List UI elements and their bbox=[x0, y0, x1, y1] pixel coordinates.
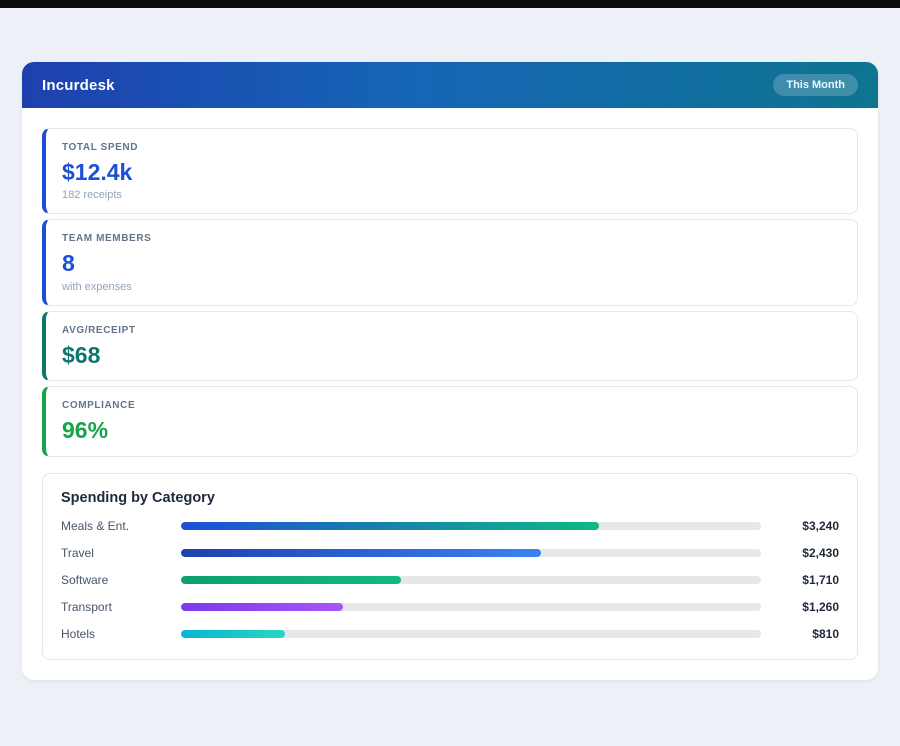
category-value: $1,260 bbox=[771, 600, 839, 614]
category-label: Hotels bbox=[61, 627, 171, 641]
category-value: $810 bbox=[771, 627, 839, 641]
bar-track bbox=[181, 576, 761, 584]
bar-fill bbox=[181, 522, 599, 530]
bar-track bbox=[181, 603, 761, 611]
category-row-transport: Transport $1,260 bbox=[61, 600, 839, 614]
app-title: Incurdesk bbox=[42, 77, 115, 94]
category-label: Travel bbox=[61, 546, 171, 560]
category-value: $2,430 bbox=[771, 546, 839, 560]
this-month-badge[interactable]: This Month bbox=[773, 74, 858, 96]
bar-fill bbox=[181, 576, 401, 584]
category-value: $3,240 bbox=[771, 519, 839, 533]
stat-value: 8 bbox=[62, 250, 841, 276]
bar-fill bbox=[181, 603, 343, 611]
category-label: Transport bbox=[61, 600, 171, 614]
stat-card-compliance: COMPLIANCE 96% bbox=[42, 386, 858, 456]
bar-track bbox=[181, 549, 761, 557]
stat-subtext: 182 receipts bbox=[62, 189, 841, 201]
app-header: Incurdesk This Month bbox=[22, 62, 878, 108]
category-row-software: Software $1,710 bbox=[61, 573, 839, 587]
stat-value: $12.4k bbox=[62, 159, 841, 185]
stat-label: COMPLIANCE bbox=[62, 400, 841, 411]
spending-by-category-card: Spending by Category Meals & Ent. $3,240… bbox=[42, 473, 858, 660]
stat-value: 96% bbox=[62, 417, 841, 443]
dashboard-content: TOTAL SPEND $12.4k 182 receipts TEAM MEM… bbox=[22, 108, 878, 680]
chart-title: Spending by Category bbox=[61, 490, 839, 506]
app-card: Incurdesk This Month TOTAL SPEND $12.4k … bbox=[22, 62, 878, 680]
category-value: $1,710 bbox=[771, 573, 839, 587]
category-row-hotels: Hotels $810 bbox=[61, 627, 839, 641]
bar-fill bbox=[181, 549, 541, 557]
bar-track bbox=[181, 630, 761, 638]
stat-card-total-spend: TOTAL SPEND $12.4k 182 receipts bbox=[42, 128, 858, 214]
stat-subtext: with expenses bbox=[62, 281, 841, 293]
stat-label: AVG/RECEIPT bbox=[62, 325, 841, 336]
category-label: Software bbox=[61, 573, 171, 587]
stat-value: $68 bbox=[62, 342, 841, 368]
bar-track bbox=[181, 522, 761, 530]
bar-fill bbox=[181, 630, 285, 638]
top-strip bbox=[0, 0, 900, 8]
stat-label: TOTAL SPEND bbox=[62, 142, 841, 153]
category-row-meals: Meals & Ent. $3,240 bbox=[61, 519, 839, 533]
category-label: Meals & Ent. bbox=[61, 519, 171, 533]
category-row-travel: Travel $2,430 bbox=[61, 546, 839, 560]
stat-label: TEAM MEMBERS bbox=[62, 233, 841, 244]
stat-card-team-members: TEAM MEMBERS 8 with expenses bbox=[42, 219, 858, 305]
stat-card-avg-receipt: AVG/RECEIPT $68 bbox=[42, 311, 858, 381]
